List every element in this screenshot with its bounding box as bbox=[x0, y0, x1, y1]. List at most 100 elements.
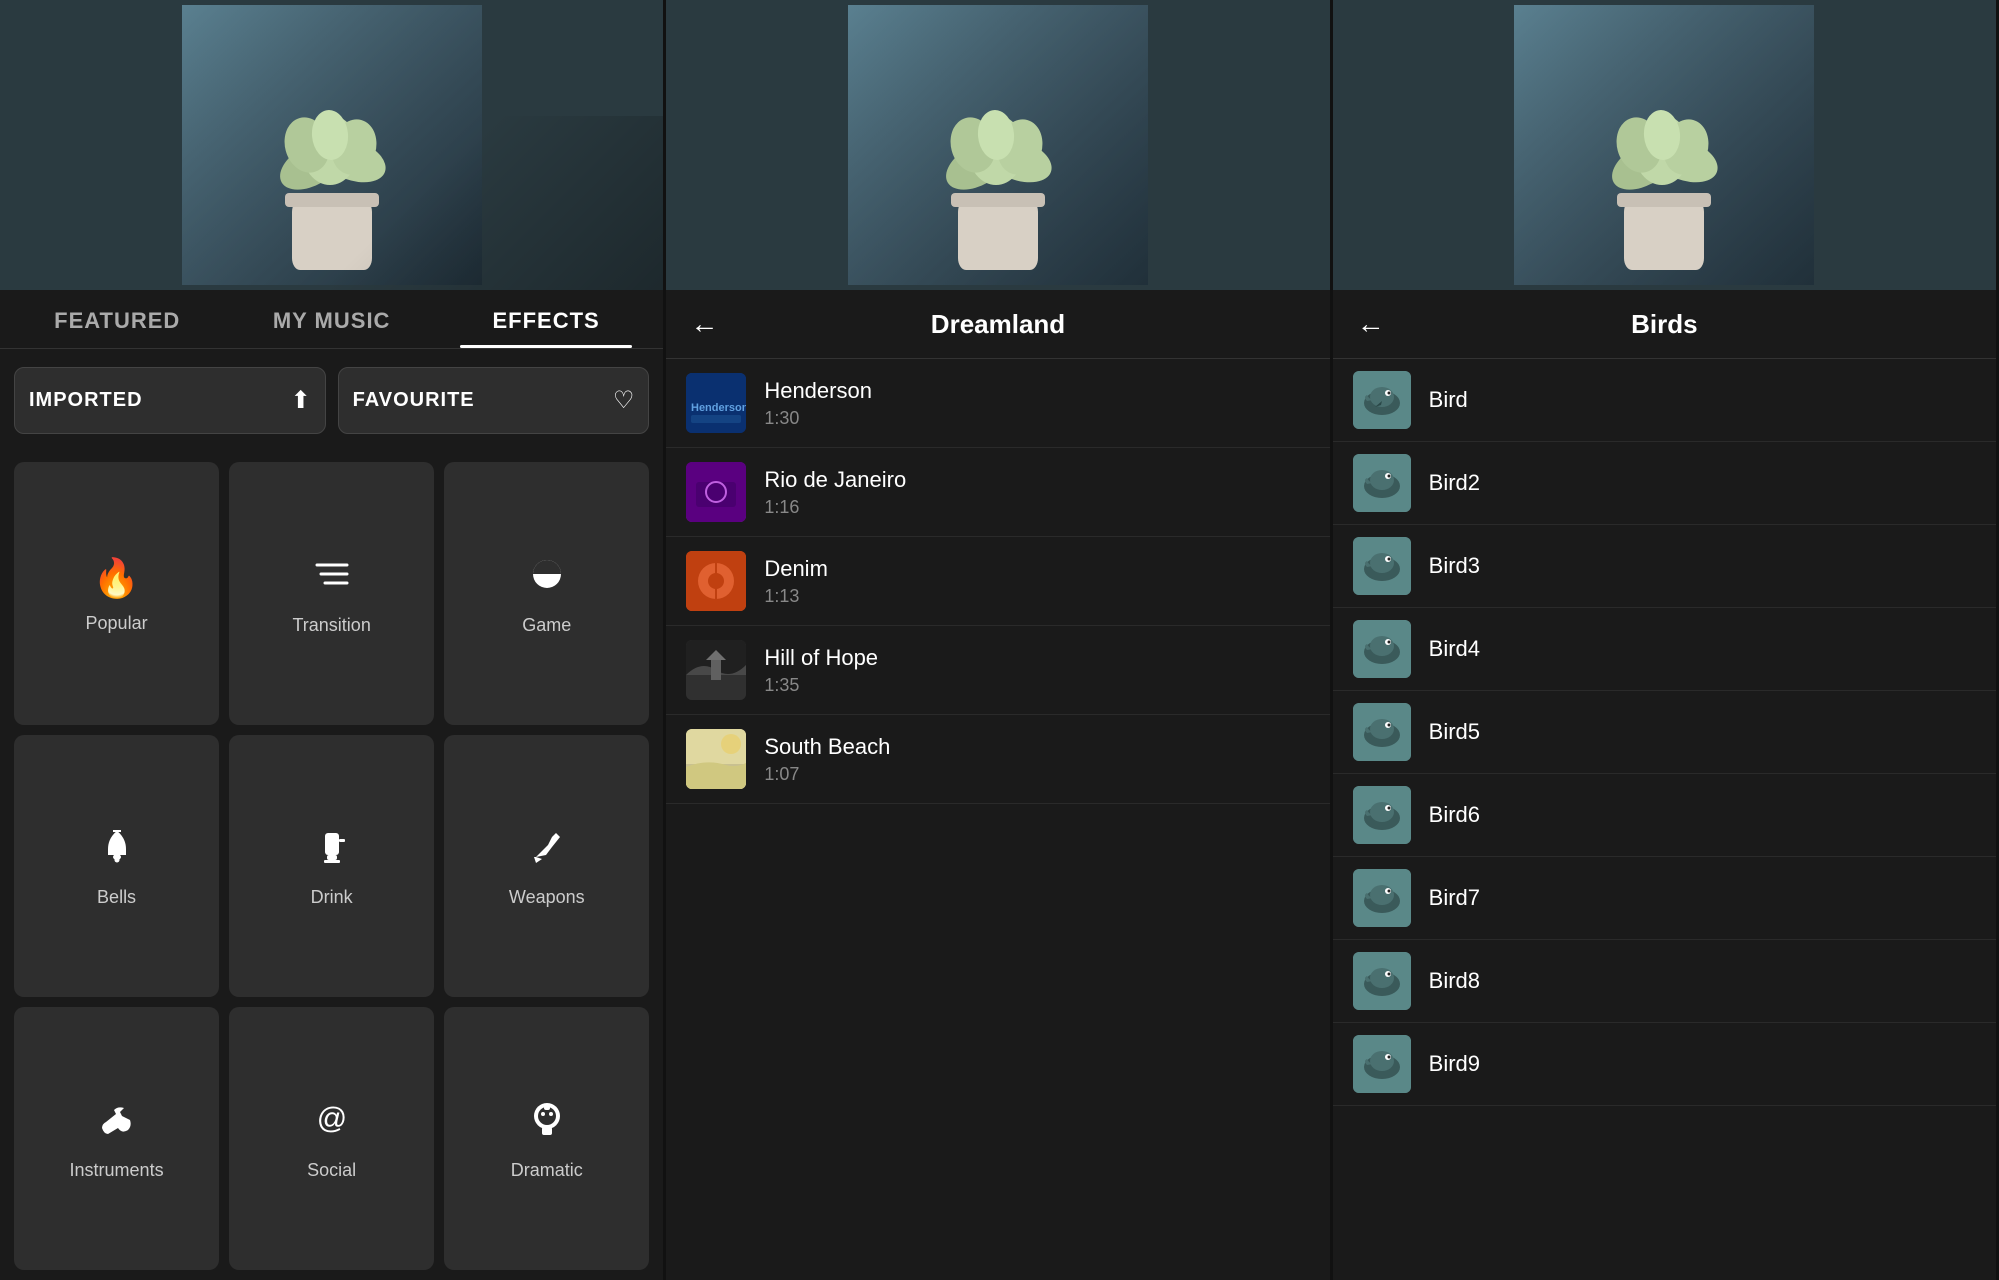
bird-name-7: Bird7 bbox=[1429, 885, 1480, 911]
bird-name-5: Bird5 bbox=[1429, 719, 1480, 745]
list-item[interactable]: Bird9 bbox=[1333, 1023, 1996, 1106]
weapons-label: Weapons bbox=[509, 887, 585, 908]
imported-label: IMPORTED bbox=[29, 389, 143, 412]
transition-label: Transition bbox=[292, 615, 370, 636]
hillofhope-title: Hill of Hope bbox=[764, 645, 1309, 671]
southbeach-title: South Beach bbox=[764, 734, 1309, 760]
bird-thumbnail-8 bbox=[1353, 952, 1411, 1010]
svg-text:@: @ bbox=[316, 1102, 346, 1135]
tab-mymusic[interactable]: MY MUSIC bbox=[224, 290, 438, 348]
grid-item-game[interactable]: Game bbox=[444, 462, 649, 725]
grid-item-instruments[interactable]: Instruments bbox=[14, 1007, 219, 1270]
panel-birds: ← Birds Bird bbox=[1333, 0, 1999, 1280]
list-item[interactable]: Bird5 bbox=[1333, 691, 1996, 774]
bird-thumbnail-1 bbox=[1353, 371, 1411, 429]
henderson-info: Henderson 1:30 bbox=[764, 378, 1309, 429]
dreamland-back-button[interactable]: ← bbox=[690, 308, 718, 340]
dreamland-title: Dreamland bbox=[738, 309, 1257, 340]
music-item-southbeach[interactable]: South Beach 1:07 bbox=[666, 715, 1329, 804]
social-icon: @ bbox=[313, 1100, 351, 1148]
birds-title: Birds bbox=[1405, 309, 1924, 340]
fire-icon: 🔥 bbox=[93, 557, 140, 601]
denim-duration: 1:13 bbox=[764, 586, 1309, 607]
hillofhope-thumbnail bbox=[686, 640, 746, 700]
popular-label: Popular bbox=[86, 613, 148, 634]
music-item-rio[interactable]: Rio de Janeiro 1:16 bbox=[666, 448, 1329, 537]
birds-back-button[interactable]: ← bbox=[1357, 308, 1385, 340]
drink-icon bbox=[313, 827, 351, 875]
denim-info: Denim 1:13 bbox=[764, 556, 1309, 607]
music-item-denim[interactable]: Denim 1:13 bbox=[666, 537, 1329, 626]
rio-duration: 1:16 bbox=[764, 497, 1309, 518]
panel-dreamland: ← Dreamland Henderson Henderson 1:30 bbox=[666, 0, 1332, 1280]
bird-name-1: Bird bbox=[1429, 387, 1468, 413]
bird-thumbnail-9 bbox=[1353, 1035, 1411, 1093]
grid-item-popular[interactable]: 🔥 Popular bbox=[14, 462, 219, 725]
imported-button[interactable]: IMPORTED ⬆ bbox=[14, 367, 326, 434]
hillofhope-duration: 1:35 bbox=[764, 675, 1309, 696]
favourite-button[interactable]: FAVOURITE ♡ bbox=[338, 367, 650, 434]
list-item[interactable]: Bird6 bbox=[1333, 774, 1996, 857]
bird-thumbnail-2 bbox=[1353, 454, 1411, 512]
hero-image-3 bbox=[1333, 0, 1996, 290]
music-list: Henderson Henderson 1:30 bbox=[666, 359, 1329, 1280]
instruments-icon bbox=[98, 1100, 136, 1148]
grid-item-social[interactable]: @ Social bbox=[229, 1007, 434, 1270]
hillofhope-info: Hill of Hope 1:35 bbox=[764, 645, 1309, 696]
grid-item-transition[interactable]: Transition bbox=[229, 462, 434, 725]
birds-header: ← Birds bbox=[1333, 290, 1996, 359]
game-label: Game bbox=[522, 615, 571, 636]
bells-label: Bells bbox=[97, 887, 136, 908]
social-label: Social bbox=[307, 1160, 356, 1181]
henderson-duration: 1:30 bbox=[764, 408, 1309, 429]
grid-item-dramatic[interactable]: Dramatic bbox=[444, 1007, 649, 1270]
hero-shadow bbox=[265, 116, 663, 290]
effects-grid: 🔥 Popular Transition Game bbox=[0, 452, 663, 1280]
music-item-henderson[interactable]: Henderson Henderson 1:30 bbox=[666, 359, 1329, 448]
action-row: IMPORTED ⬆ FAVOURITE ♡ bbox=[0, 349, 663, 452]
denim-title: Denim bbox=[764, 556, 1309, 582]
henderson-title: Henderson bbox=[764, 378, 1309, 404]
bird-thumbnail-3 bbox=[1353, 537, 1411, 595]
rio-thumbnail bbox=[686, 462, 746, 522]
bird-thumbnail-4 bbox=[1353, 620, 1411, 678]
tab-featured[interactable]: FEATURED bbox=[10, 290, 224, 348]
grid-item-bells[interactable]: Bells bbox=[14, 735, 219, 998]
denim-thumbnail bbox=[686, 551, 746, 611]
tab-effects[interactable]: EFFECTS bbox=[439, 290, 653, 348]
bird-name-2: Bird2 bbox=[1429, 470, 1480, 496]
svg-text:Henderson: Henderson bbox=[691, 402, 746, 414]
list-item[interactable]: Bird bbox=[1333, 359, 1996, 442]
hero-image-2 bbox=[666, 0, 1329, 290]
bell-icon bbox=[98, 827, 136, 875]
bird-name-4: Bird4 bbox=[1429, 636, 1480, 662]
tabs-row: FEATURED MY MUSIC EFFECTS bbox=[0, 290, 663, 349]
transition-icon bbox=[313, 555, 351, 603]
bird-name-3: Bird3 bbox=[1429, 553, 1480, 579]
list-item[interactable]: Bird8 bbox=[1333, 940, 1996, 1023]
drink-label: Drink bbox=[311, 887, 353, 908]
bird-name-8: Bird8 bbox=[1429, 968, 1480, 994]
bird-thumbnail-5 bbox=[1353, 703, 1411, 761]
bird-name-9: Bird9 bbox=[1429, 1051, 1480, 1077]
bird-name-6: Bird6 bbox=[1429, 802, 1480, 828]
grid-item-drink[interactable]: Drink bbox=[229, 735, 434, 998]
import-icon: ⬆ bbox=[291, 386, 311, 415]
list-item[interactable]: Bird3 bbox=[1333, 525, 1996, 608]
bird-thumbnail-7 bbox=[1353, 869, 1411, 927]
bird-thumbnail-6 bbox=[1353, 786, 1411, 844]
list-item[interactable]: Bird7 bbox=[1333, 857, 1996, 940]
henderson-thumbnail: Henderson bbox=[686, 373, 746, 433]
southbeach-duration: 1:07 bbox=[764, 764, 1309, 785]
panel-effects: FEATURED MY MUSIC EFFECTS IMPORTED ⬆ FAV… bbox=[0, 0, 666, 1280]
rio-title: Rio de Janeiro bbox=[764, 467, 1309, 493]
grid-item-weapons[interactable]: Weapons bbox=[444, 735, 649, 998]
music-item-hillofhope[interactable]: Hill of Hope 1:35 bbox=[666, 626, 1329, 715]
heart-icon: ♡ bbox=[613, 386, 635, 415]
list-item[interactable]: Bird2 bbox=[1333, 442, 1996, 525]
southbeach-thumbnail bbox=[686, 729, 746, 789]
list-item[interactable]: Bird4 bbox=[1333, 608, 1996, 691]
hero-image bbox=[0, 0, 663, 290]
instruments-label: Instruments bbox=[70, 1160, 164, 1181]
southbeach-info: South Beach 1:07 bbox=[764, 734, 1309, 785]
